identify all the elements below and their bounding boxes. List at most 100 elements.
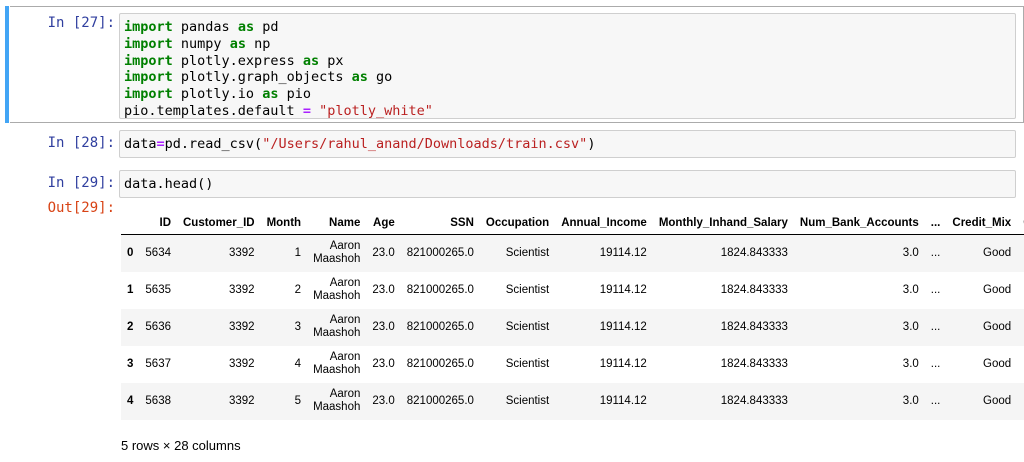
code-keyword: as <box>237 19 255 35</box>
table-cell: 1824.843333 <box>720 358 788 370</box>
table-cell: ... <box>930 247 941 260</box>
dataframe-table: ID Customer_ID Month Name Age SSN Occupation An… <box>121 212 1024 420</box>
table-cell: Aaron Maashoh <box>313 388 361 413</box>
table-cell <box>1017 235 1024 272</box>
code-line: import pandas as pd <box>124 19 1011 36</box>
table-cell: 821000265.0 <box>406 321 474 333</box>
code-keyword: as <box>229 35 246 52</box>
table-cell: ... <box>930 395 941 407</box>
table-cell: 1824.843333 <box>720 247 788 260</box>
code-line: import plotly.io as pio <box>124 86 1011 103</box>
code-line: import numpy as np <box>124 36 1011 53</box>
table-header-row: ID Customer_ID Month Name Age SSN Occupation An… <box>121 212 1024 235</box>
code-text: pio.templates.default <box>124 102 303 119</box>
code-keyword: import <box>124 52 173 69</box>
table-cell: Aaron Maashoh <box>313 351 361 376</box>
column-header: Name <box>307 212 367 235</box>
row-index: 3 <box>127 358 134 370</box>
table-cell: 3392 <box>228 247 255 260</box>
table-cell: 5634 <box>145 247 171 260</box>
table-cell: Good <box>983 247 1012 260</box>
cell-prompt: In [28]: <box>47 135 115 151</box>
code-editor[interactable]: data.head() <box>119 170 1016 198</box>
code-keyword: import <box>124 19 173 35</box>
code-cell-28[interactable]: In [28]: data=pd.read_csv("/Users/rahul_… <box>0 126 1024 162</box>
row-index: 4 <box>127 395 134 407</box>
code-keyword: as <box>302 52 320 69</box>
table-row: 1 5635 3392 2 Aaron Maashoh 23.0 821000265.0 Sc… <box>121 272 1024 309</box>
column-header: Age <box>366 212 401 235</box>
table-cell: Scientist <box>505 321 550 333</box>
column-header: SSN <box>400 212 480 235</box>
table-cell: Good <box>983 284 1012 296</box>
table-cell: ... <box>930 321 941 333</box>
code-keyword: import <box>124 86 173 103</box>
code-text: px <box>319 52 344 69</box>
table-cell <box>1017 272 1024 309</box>
table-cell: 19114.12 <box>599 358 647 370</box>
cell-prompt: In [29]: <box>47 175 115 191</box>
code-text: pandas <box>172 19 238 35</box>
table-cell: Aaron Maashoh <box>313 240 361 266</box>
code-keyword: as <box>262 86 279 103</box>
column-header: ... <box>924 212 947 235</box>
table-cell: Aaron Maashoh <box>313 314 361 339</box>
column-header: Outstanding_Debt <box>1017 212 1024 235</box>
code-cell-27[interactable]: In [27]: import pandas as pd import numpy… <box>0 6 1024 123</box>
code-operator: = <box>302 102 311 119</box>
table-cell: 5637 <box>145 358 171 370</box>
table-row: 2 5636 3392 3 Aaron Maashoh 23.0 821000265.0 Sc… <box>121 308 1024 346</box>
code-text: plotly.io <box>172 86 263 103</box>
table-cell: Scientist <box>505 284 550 296</box>
row-index: 1 <box>127 284 134 296</box>
table-cell: ... <box>930 284 941 296</box>
table-cell: 3.0 <box>902 358 919 370</box>
table-cell: 3392 <box>228 395 255 407</box>
table-cell: 5636 <box>145 321 171 333</box>
table-cell: Scientist <box>505 358 550 370</box>
dataframe-summary: 5 rows × 28 columns <box>121 438 241 453</box>
column-header: Monthly_Inhand_Salary <box>652 212 794 235</box>
code-editor[interactable]: data=pd.read_csv("/Users/rahul_anand/Dow… <box>119 130 1016 158</box>
table-cell: 19114.12 <box>599 321 647 333</box>
code-cell-29[interactable]: In [29]: data.head() <box>0 166 1024 202</box>
code-text: pd <box>254 19 279 35</box>
code-text: plotly.graph_objects <box>172 69 352 86</box>
code-text: data.head() <box>124 176 214 192</box>
code-text: pd.read_csv( <box>164 136 263 152</box>
column-header: ID <box>139 212 177 235</box>
table-cell: 3392 <box>228 358 255 370</box>
table-cell: 19114.12 <box>599 395 647 407</box>
column-header: Credit_Mix <box>946 212 1018 235</box>
column-header: Occupation <box>479 212 556 235</box>
table-row: 0 5634 3392 1 Aaron Maashoh 23.0 821000265.0 Sc… <box>121 234 1024 272</box>
table-cell: Good <box>983 321 1012 333</box>
table-cell: 3.0 <box>902 247 919 260</box>
code-text: numpy <box>172 35 230 52</box>
table-cell: Good <box>983 358 1012 370</box>
table-cell: 5638 <box>145 395 171 407</box>
column-header: Annual_Income <box>555 212 653 235</box>
table-cell: 3.0 <box>902 395 919 407</box>
code-text: np <box>245 35 271 52</box>
code-line: pio.templates.default = "plotly_white" <box>124 103 1011 120</box>
code-string: "/Users/rahul_anand/Downloads/train.csv" <box>262 136 588 152</box>
index-header <box>121 212 140 235</box>
cell-prompt: In [27]: <box>47 15 115 31</box>
code-keyword: import <box>124 69 173 86</box>
table-cell: Scientist <box>505 247 550 260</box>
table-cell: 23.0 <box>372 321 395 333</box>
table-cell: 821000265.0 <box>406 284 474 296</box>
table-cell: 3392 <box>228 284 255 296</box>
column-header: Month <box>260 212 308 235</box>
table-cell: 1 <box>294 247 302 260</box>
table-cell: ... <box>930 358 941 370</box>
table-cell: 5 <box>294 395 302 407</box>
table-cell <box>1017 383 1024 420</box>
code-line: import plotly.graph_objects as go <box>124 69 1011 86</box>
table-cell: 1824.843333 <box>720 321 788 333</box>
code-editor[interactable]: import pandas as pd import numpy as np imp… <box>119 13 1016 119</box>
table-cell: Aaron Maashoh <box>313 277 361 302</box>
table-cell: 821000265.0 <box>406 247 474 260</box>
